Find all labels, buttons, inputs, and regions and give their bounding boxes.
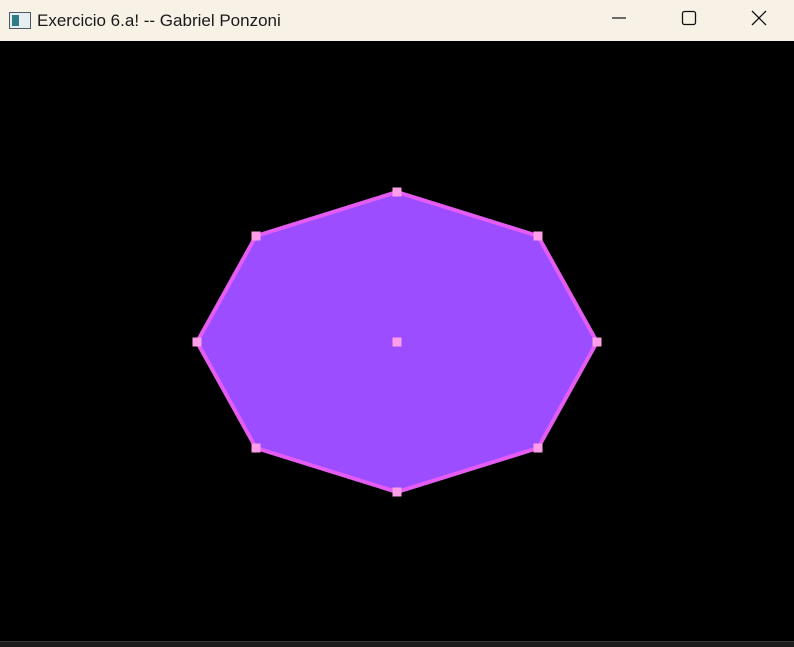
maximize-icon <box>681 10 697 31</box>
app-window-icon <box>9 12 31 29</box>
vertex-marker-4 <box>533 443 543 453</box>
window-controls <box>584 0 794 41</box>
title-bar[interactable]: Exercicio 6.a! -- Gabriel Ponzoni <box>0 0 794 41</box>
window-bottom-border <box>0 641 794 647</box>
vertex-marker-1 <box>392 187 402 197</box>
window-title: Exercicio 6.a! -- Gabriel Ponzoni <box>37 10 281 30</box>
app-window: Exercicio 6.a! -- Gabriel Ponzoni <box>0 0 794 647</box>
vertex-marker-5 <box>392 487 402 497</box>
close-button[interactable] <box>724 0 794 41</box>
vertex-marker-3 <box>592 337 602 347</box>
vertex-marker-7 <box>192 337 202 347</box>
maximize-button[interactable] <box>654 0 724 41</box>
close-icon <box>751 10 767 31</box>
vertex-marker-2 <box>533 231 543 241</box>
minimize-icon <box>611 10 627 31</box>
render-canvas[interactable] <box>0 41 794 641</box>
vertex-marker-6 <box>251 443 261 453</box>
minimize-button[interactable] <box>584 0 654 41</box>
scene-graphic <box>192 187 602 497</box>
center-marker <box>392 337 402 347</box>
vertex-marker-8 <box>251 231 261 241</box>
